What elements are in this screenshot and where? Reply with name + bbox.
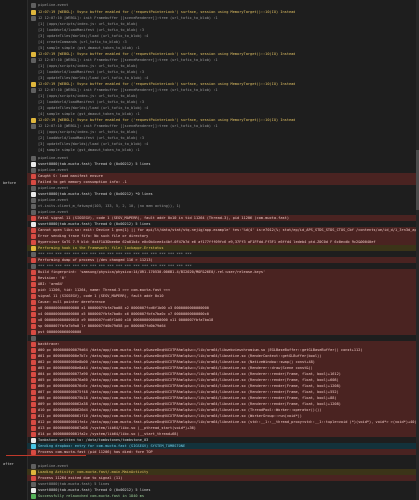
log-level-icon: [31, 2, 36, 8]
log-row[interactable]: pipeline-event: [27, 2, 419, 8]
log-level-icon: [31, 117, 36, 123]
log-level-icon: [31, 275, 36, 281]
log-level-icon: [31, 203, 36, 209]
log-level-icon: [31, 401, 36, 407]
log-row-text: Successfully relaunched com.mucta.fast i…: [38, 494, 145, 498]
log-level-icon: [31, 112, 36, 117]
log-level-icon: [31, 299, 36, 305]
log-panel[interactable]: pipeline-event 12:07:19 [WEBGL]: Vsync bu…: [27, 0, 419, 500]
log-level-icon: [31, 329, 36, 335]
before-marker-label: before: [3, 181, 16, 185]
log-level-icon: [31, 209, 36, 215]
log-level-icon: [31, 487, 36, 493]
log-level-icon: [31, 15, 36, 21]
log-level-icon: [31, 463, 36, 469]
log-level-icon: [31, 142, 36, 147]
log-row[interactable]: Successfully relaunched com.mucta.fast i…: [27, 493, 419, 499]
log-level-icon: [31, 257, 36, 263]
log-level-icon: [31, 40, 36, 45]
log-level-icon: [31, 341, 36, 347]
log-level-icon: [31, 161, 36, 167]
log-level-icon: [31, 215, 36, 221]
log-level-icon: [31, 51, 36, 57]
log-level-icon: [31, 57, 36, 63]
log-level-icon: [31, 365, 36, 371]
log-level-icon: [31, 251, 36, 257]
left-gutter: before after: [0, 0, 28, 500]
log-level-icon: [31, 475, 36, 481]
log-level-icon: [31, 443, 36, 449]
log-level-icon: [31, 94, 36, 99]
log-level-icon: [31, 481, 36, 487]
log-level-icon: [31, 245, 36, 251]
log-level-icon: [31, 28, 36, 33]
log-row[interactable]: [4] sample simple (gst_dmaout_token_to_b…: [27, 147, 419, 153]
log-level-icon: [31, 167, 36, 173]
log-level-icon: [31, 269, 36, 275]
section-divider: [6, 455, 86, 456]
log-level-icon: [31, 233, 36, 239]
log-level-icon: [31, 185, 36, 191]
log-level-icon: [31, 9, 36, 15]
log-level-icon: [31, 197, 36, 203]
log-level-icon: [31, 46, 36, 51]
log-level-icon: [31, 449, 36, 455]
log-level-icon: [31, 263, 36, 269]
log-level-icon: [31, 395, 36, 401]
log-level-icon: [31, 377, 36, 383]
log-level-icon: [31, 281, 36, 287]
log-level-icon: [31, 437, 36, 443]
log-level-icon: [31, 106, 36, 111]
log-level-icon: [31, 335, 36, 341]
log-level-icon: [31, 81, 36, 87]
log-level-icon: [31, 407, 36, 413]
log-level-icon: [31, 191, 36, 197]
log-level-icon: [31, 87, 36, 93]
log-level-icon: [31, 239, 36, 245]
log-level-icon: [31, 389, 36, 395]
log-level-icon: [31, 311, 36, 317]
log-level-icon: [31, 100, 36, 105]
log-level-icon: [31, 353, 36, 359]
log-level-icon: [31, 148, 36, 153]
log-level-icon: [31, 64, 36, 69]
log-level-icon: [31, 317, 36, 323]
log-level-icon: [31, 305, 36, 311]
log-row-text: [4] sample simple (gst_dmaout_token_to_b…: [38, 148, 140, 152]
log-level-icon: [31, 173, 36, 179]
log-level-icon: [31, 136, 36, 141]
log-row-text: pipeline-event: [38, 3, 69, 7]
log-level-icon: [31, 123, 36, 129]
log-level-icon: [31, 347, 36, 353]
log-level-icon: [31, 293, 36, 299]
log-level-icon: [31, 130, 36, 135]
log-level-icon: [31, 323, 36, 329]
log-level-icon: [31, 493, 36, 499]
log-level-icon: [31, 22, 36, 27]
log-level-icon: [31, 469, 36, 475]
log-level-icon: [31, 179, 36, 185]
log-level-icon: [31, 371, 36, 377]
log-level-icon: [31, 227, 36, 233]
log-level-icon: [31, 287, 36, 293]
log-level-icon: [31, 431, 36, 437]
log-level-icon: [31, 413, 36, 419]
log-level-icon: [31, 155, 36, 161]
log-level-icon: [31, 70, 36, 75]
log-level-icon: [31, 425, 36, 431]
log-level-icon: [31, 34, 36, 39]
log-level-icon: [31, 221, 36, 227]
log-level-icon: [31, 359, 36, 365]
log-level-icon: [31, 76, 36, 81]
log-level-icon: [31, 383, 36, 389]
log-level-icon: [31, 419, 36, 425]
after-marker-label: after: [3, 462, 14, 466]
